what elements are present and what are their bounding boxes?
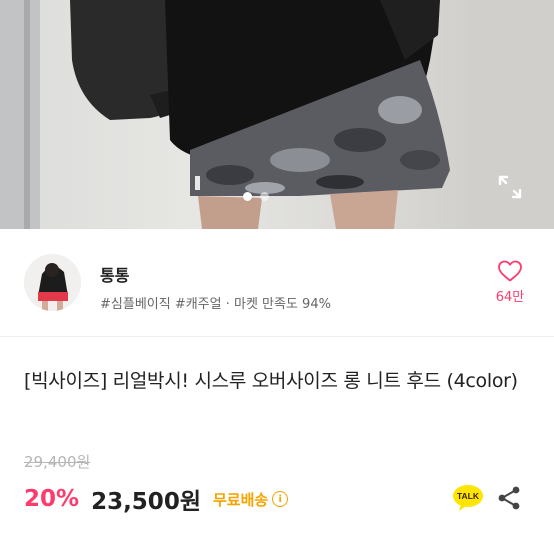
share-button[interactable] xyxy=(496,485,522,511)
sale-price: 23,500원 xyxy=(91,489,201,515)
talk-label: TALK xyxy=(457,491,480,501)
kakao-talk-button[interactable]: TALK xyxy=(452,484,484,512)
product-title: [빅사이즈] 리얼박시! 시스루 오버사이즈 롱 니트 후드 (4color) xyxy=(24,370,518,392)
discount-rate: 20% xyxy=(24,486,80,512)
avatar-image xyxy=(24,254,81,311)
product-photo xyxy=(0,0,554,229)
product-image-gallery[interactable] xyxy=(0,0,554,229)
kakao-talk-icon: TALK xyxy=(453,485,483,511)
seller-info[interactable]: 통통 #심플베이직 #캐주얼 · 마켓 만족도 94% 64만 xyxy=(0,229,554,336)
like-count: 64만 xyxy=(495,290,525,305)
info-icon[interactable]: i xyxy=(272,491,289,507)
expand-icon xyxy=(498,175,522,199)
original-price: 29,400원 xyxy=(24,453,91,471)
share-icon xyxy=(498,486,520,510)
price-row: 20% 23,500원 무료배송 i xyxy=(24,482,289,516)
pagination-dot[interactable] xyxy=(243,192,252,201)
shop-name[interactable]: 통통 xyxy=(100,262,129,286)
gallery-pagination xyxy=(243,192,269,201)
avatar[interactable] xyxy=(24,254,81,311)
section-divider xyxy=(0,336,554,337)
heart-icon xyxy=(498,260,522,282)
expand-button[interactable] xyxy=(498,175,530,207)
pagination-dot[interactable] xyxy=(260,192,269,201)
shop-tags-satisfaction: #심플베이직 #캐주얼 · 마켓 만족도 94% xyxy=(100,297,331,312)
free-shipping-label: 무료배송 xyxy=(212,490,269,509)
like-button[interactable]: 64만 xyxy=(488,259,532,315)
